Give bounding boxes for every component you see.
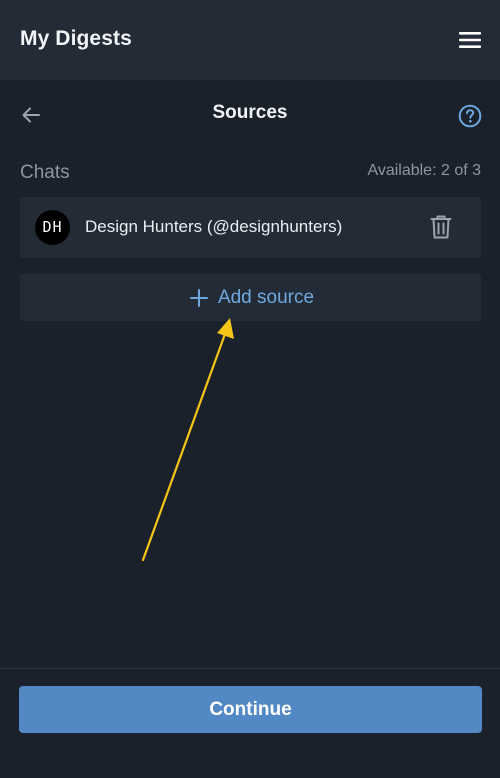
plus-icon [189,288,209,308]
help-button[interactable] [458,104,482,128]
avatar: DH [35,210,70,245]
source-item: DH Design Hunters (@designhunters) [20,197,481,258]
delete-source-button[interactable] [430,214,452,240]
section-label: Chats [20,162,70,183]
continue-button[interactable]: Continue [19,686,482,733]
add-source-button[interactable]: Add source [20,274,481,321]
app-title: My Digests [20,27,132,50]
menu-button[interactable] [458,28,482,52]
menu-icon [458,28,482,52]
footer-divider [0,668,500,669]
available-count: Available: 2 of 3 [367,162,481,179]
add-source-label: Add source [217,286,315,308]
nav-bar: Sources [0,80,500,148]
app-header: My Digests [0,0,500,80]
trash-icon [430,214,452,240]
source-name: Design Hunters (@designhunters) [85,217,343,236]
help-circle-icon [458,104,482,128]
page-title: Sources [212,102,288,123]
